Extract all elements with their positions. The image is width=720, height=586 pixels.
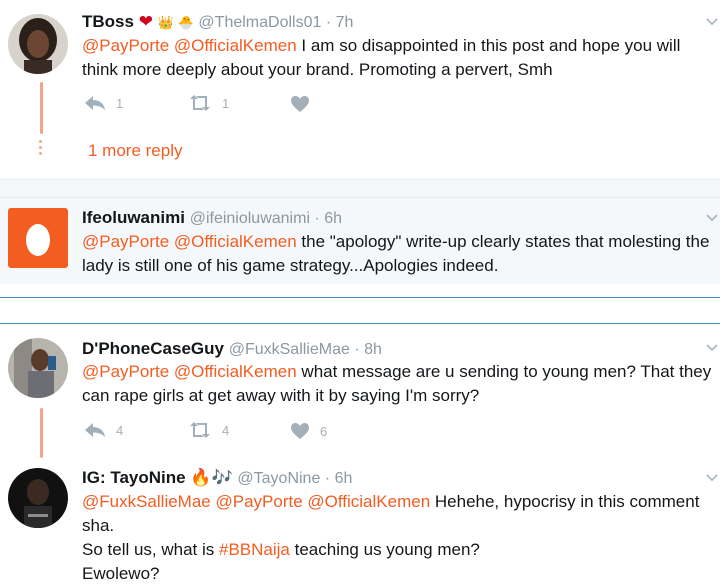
reply-count: 1 [116, 95, 124, 111]
retweet-button[interactable]: 4 [188, 422, 229, 438]
divider [0, 297, 720, 298]
action-bar: 1 1 [84, 95, 384, 115]
reply-button[interactable]: 4 [84, 422, 123, 438]
tweet-tboss[interactable]: TBoss ❤ 👑 🐣 @ThelmaDolls01 · 7h @PayPort… [0, 0, 720, 180]
tweet-line2-post: teaching us young men? [289, 540, 480, 559]
tweet-line2-pre: So tell us, what is [82, 540, 220, 559]
tweet-text: @PayPorte @OfficialKemen what message ar… [82, 360, 712, 408]
chevron-down-icon[interactable] [706, 344, 718, 352]
thread-line [40, 82, 43, 134]
reply-count: 4 [116, 422, 124, 438]
thread-line [40, 408, 43, 458]
tweet-tayonine[interactable]: IG: TayoNine 🔥🎶 @TayoNine · 6h @FuxkSall… [0, 458, 720, 583]
chevron-down-icon[interactable] [706, 18, 718, 26]
tweet-text: @FuxkSallieMae @PayPorte @OfficialKemen … [82, 490, 716, 586]
retweet-icon [190, 422, 210, 438]
handle-time[interactable]: @FuxkSallieMae · 8h [229, 341, 382, 358]
mentions[interactable]: @PayPorte @OfficialKemen [82, 362, 297, 381]
tweet-header: IG: TayoNine 🔥🎶 @TayoNine · 6h [82, 468, 352, 489]
reply-icon [85, 96, 105, 110]
retweet-count: 1 [222, 95, 230, 111]
handle-time[interactable]: @ThelmaDolls01 · 7h [198, 14, 353, 31]
mentions[interactable]: @PayPorte @OfficialKemen [82, 232, 297, 251]
like-count: 6 [320, 423, 328, 439]
tweet-line3: Ewolewo? [82, 564, 160, 583]
like-icon [291, 96, 309, 112]
chevron-down-icon[interactable] [706, 214, 718, 222]
tweet-dphonecaseguy[interactable]: D'PhoneCaseGuy @FuxkSallieMae · 8h @PayP… [0, 324, 720, 458]
display-name[interactable]: D'PhoneCaseGuy [82, 339, 224, 358]
avatar[interactable] [8, 14, 68, 74]
like-button[interactable] [290, 95, 320, 113]
tweet-ifeoluwanimi[interactable]: Ifeoluwanimi @ifeinioluwanimi · 6h @PayP… [0, 198, 720, 284]
tweet-header: D'PhoneCaseGuy @FuxkSallieMae · 8h [82, 339, 382, 360]
reply-button[interactable]: 1 [84, 95, 123, 111]
fire-music-emoji: 🔥🎶 [190, 468, 233, 487]
separator-band [0, 180, 720, 198]
avatar[interactable] [8, 468, 68, 528]
display-name[interactable]: IG: TayoNine [82, 468, 186, 487]
retweet-icon [190, 95, 210, 111]
avatar[interactable] [8, 338, 68, 398]
display-name[interactable]: TBoss [82, 12, 134, 31]
hashtag-link[interactable]: #BBNaija [219, 540, 290, 559]
thread-dots [39, 140, 43, 158]
tweet-text: @PayPorte @OfficialKemen the "apology" w… [82, 230, 716, 278]
mentions[interactable]: @FuxkSallieMae @PayPorte @OfficialKemen [82, 492, 430, 511]
like-icon [291, 423, 309, 439]
mentions[interactable]: @PayPorte @OfficialKemen [82, 36, 297, 55]
chevron-down-icon[interactable] [706, 474, 718, 482]
tweet-header: TBoss ❤ 👑 🐣 @ThelmaDolls01 · 7h [82, 12, 353, 33]
tweet-text: @PayPorte @OfficialKemen I am so disappo… [82, 34, 712, 82]
more-replies-link[interactable]: 1 more reply [88, 141, 182, 161]
retweet-count: 4 [222, 422, 230, 438]
action-bar: 4 4 6 [84, 422, 384, 442]
egg-avatar-icon[interactable] [8, 208, 68, 268]
like-button[interactable]: 6 [290, 422, 327, 440]
handle-time[interactable]: @ifeinioluwanimi · 6h [190, 210, 342, 227]
tweet-header: Ifeoluwanimi @ifeinioluwanimi · 6h [82, 208, 342, 229]
display-name[interactable]: Ifeoluwanimi [82, 208, 185, 227]
handle-time[interactable]: @TayoNine · 6h [237, 470, 352, 487]
retweet-button[interactable]: 1 [188, 95, 229, 111]
heart-emoji: ❤ [138, 12, 153, 31]
crown-emoji: 👑 🐣 [157, 15, 194, 30]
reply-icon [85, 423, 105, 437]
